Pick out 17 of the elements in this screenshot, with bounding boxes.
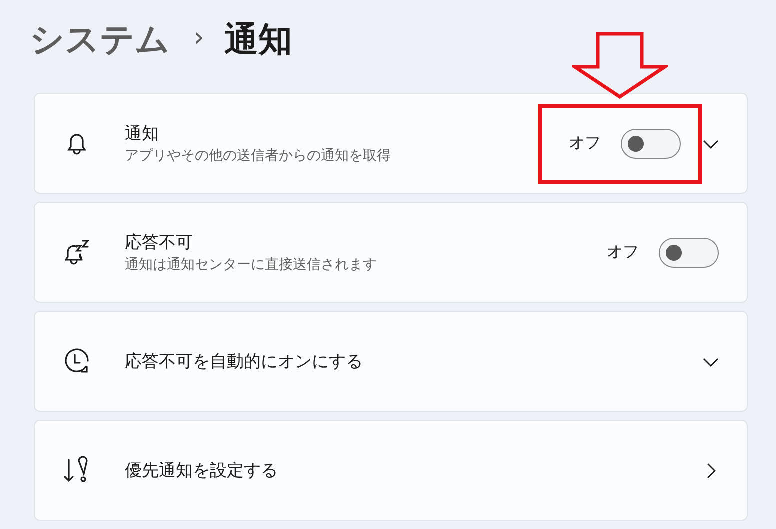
- setting-title: 応答不可: [125, 232, 194, 254]
- bell-snooze-icon: [62, 238, 92, 268]
- settings-card[interactable]: 応答不可を自動的にオンにする: [34, 311, 748, 412]
- setting-title: 通知: [125, 122, 160, 146]
- setting-title: 優先通知を設定する: [125, 460, 279, 482]
- setting-description: アプリやその他の送信者からの通知を取得: [125, 146, 392, 166]
- toggle-switch[interactable]: [659, 238, 719, 268]
- toggle-state-label: オフ: [569, 133, 601, 154]
- toggle-switch[interactable]: [621, 128, 681, 158]
- settings-card[interactable]: 通知 アプリやその他の送信者からの通知を取得 オフ: [34, 93, 748, 194]
- setting-title: 応答不可を自動的にオンにする: [125, 350, 364, 374]
- settings-card[interactable]: 優先通知を設定する: [34, 420, 748, 521]
- toggle-state-label: オフ: [607, 242, 639, 263]
- setting-description: 通知は通知センターに直接送信されます: [125, 256, 378, 274]
- page-title: 通知: [224, 19, 292, 62]
- breadcrumb-parent[interactable]: システム: [30, 17, 170, 63]
- breadcrumb-separator: ›: [194, 23, 204, 53]
